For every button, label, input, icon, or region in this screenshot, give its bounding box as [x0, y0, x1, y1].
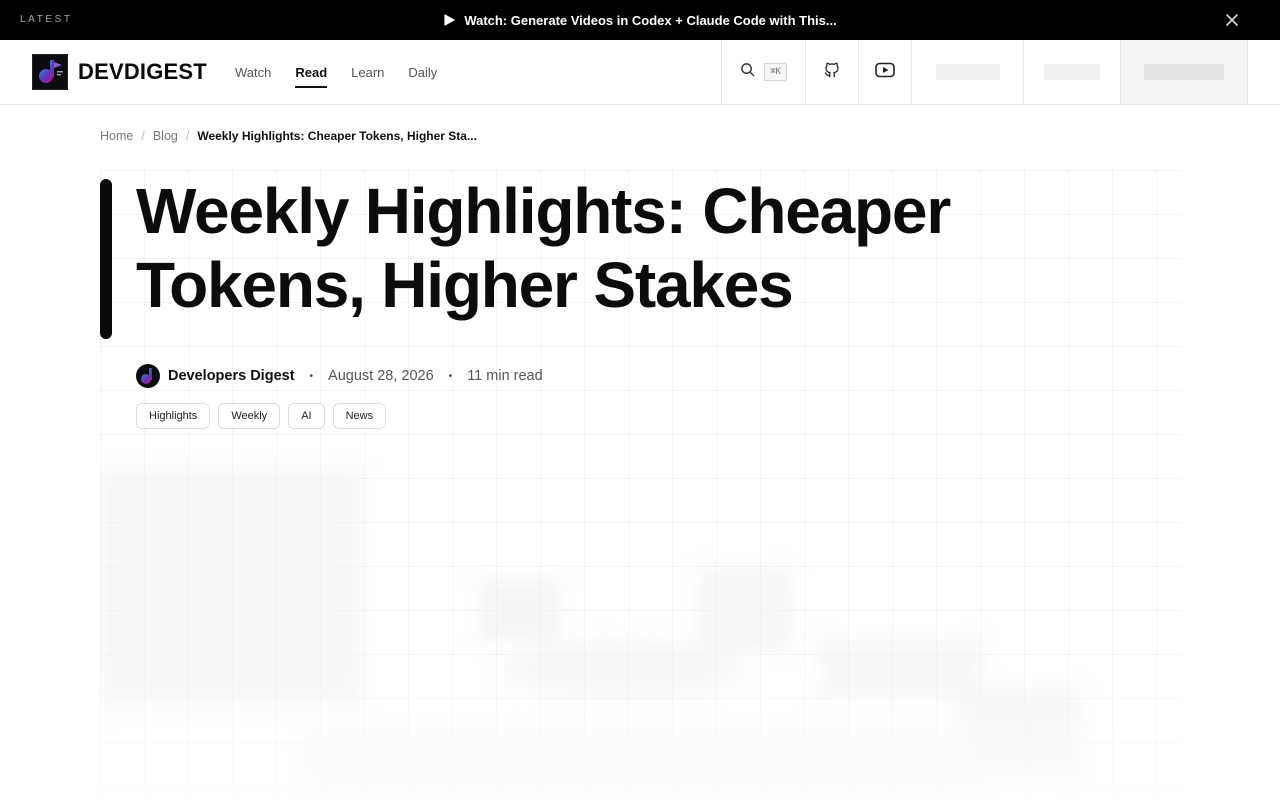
- tag-news[interactable]: News: [332, 403, 387, 429]
- breadcrumb-blog[interactable]: Blog: [153, 129, 178, 143]
- article-meta: Developers Digest • August 28, 2026 • 11…: [136, 363, 543, 389]
- meta-separator: •: [448, 370, 453, 382]
- announcement-link[interactable]: Watch: Generate Videos in Codex + Claude…: [443, 12, 837, 28]
- skeleton-block: [1144, 64, 1224, 80]
- search-button[interactable]: ⌘K: [721, 40, 805, 104]
- youtube-link[interactable]: [858, 40, 911, 104]
- breadcrumb-separator: /: [185, 129, 190, 143]
- youtube-icon: [875, 62, 895, 83]
- announcement-text: Watch: Generate Videos in Codex + Claude…: [464, 12, 837, 28]
- nav-watch[interactable]: Watch: [235, 61, 271, 84]
- skeleton-block: [935, 64, 1000, 80]
- tag-highlights[interactable]: Highlights: [136, 403, 211, 429]
- announcement-bar: LATEST Watch: Generate Videos in Codex +…: [0, 0, 1280, 40]
- publish-date: August 28, 2026: [328, 368, 434, 384]
- brand-name: DEVDIGEST: [78, 59, 207, 84]
- author-name[interactable]: Developers Digest: [168, 368, 295, 384]
- logo-mark-icon: [32, 54, 68, 90]
- breadcrumb-current: Weekly Highlights: Cheaper Tokens, Highe…: [197, 129, 477, 143]
- page-title: Weekly Highlights: Cheaper Tokens, Highe…: [136, 175, 951, 321]
- brand-logo[interactable]: DEVDIGEST: [32, 54, 207, 90]
- skeleton-block: [1044, 64, 1100, 80]
- github-link[interactable]: [805, 40, 858, 104]
- tag-ai[interactable]: AI: [288, 403, 325, 429]
- read-time: 11 min read: [467, 368, 543, 384]
- author-avatar[interactable]: [136, 364, 160, 388]
- nav-learn[interactable]: Learn: [351, 61, 384, 84]
- header-placeholder-3[interactable]: [1120, 40, 1248, 104]
- breadcrumb-home[interactable]: Home: [100, 129, 133, 143]
- header-placeholder-2[interactable]: [1023, 40, 1120, 104]
- tag-weekly[interactable]: Weekly: [218, 403, 281, 429]
- search-icon: [740, 62, 755, 82]
- search-shortcut: ⌘K: [764, 63, 787, 81]
- tag-list: Highlights Weekly AI News: [136, 403, 387, 429]
- meta-separator: •: [309, 370, 314, 382]
- nav-daily[interactable]: Daily: [408, 61, 437, 84]
- github-icon: [823, 61, 841, 84]
- announcement-center: Watch: Generate Videos in Codex + Claude…: [0, 0, 1280, 40]
- site-header: DEVDIGEST Watch Read Learn Daily ⌘K: [0, 40, 1280, 105]
- breadcrumb-separator: /: [141, 129, 145, 143]
- close-icon[interactable]: [1224, 12, 1240, 28]
- nav-read[interactable]: Read: [295, 61, 327, 88]
- play-icon: [443, 14, 455, 26]
- header-placeholder-1[interactable]: [911, 40, 1023, 104]
- primary-nav: Watch Read Learn Daily: [235, 40, 437, 104]
- title-accent-bar: [100, 179, 112, 339]
- breadcrumb: Home / Blog / Weekly Highlights: Cheaper…: [100, 129, 477, 143]
